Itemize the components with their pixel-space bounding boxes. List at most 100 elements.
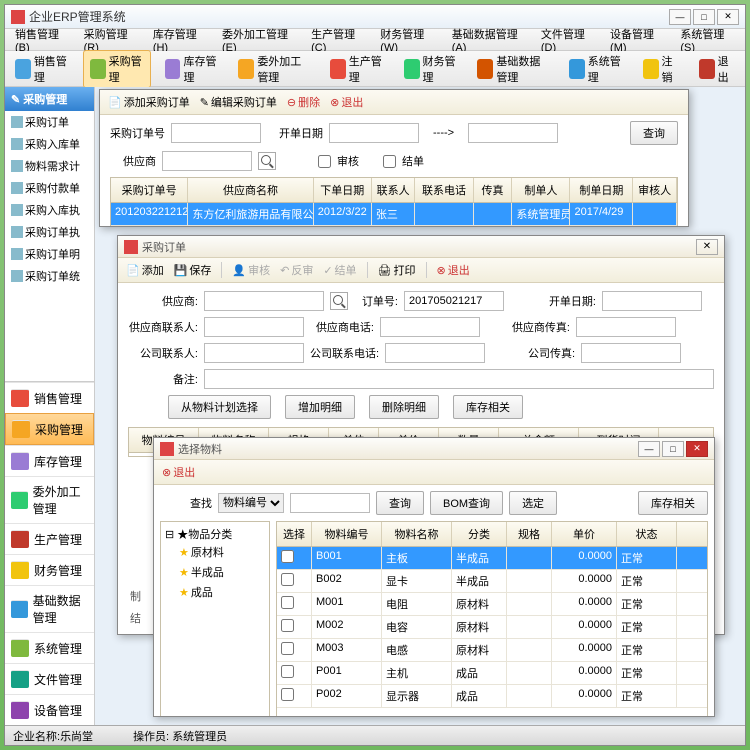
material-row[interactable]: M003电感原材料0.0000正常: [277, 639, 707, 662]
audit-checkbox[interactable]: [318, 155, 331, 168]
sidebar-nav-item[interactable]: 设备管理: [5, 694, 94, 725]
company-contact-input[interactable]: [204, 343, 304, 363]
form-icon: [160, 442, 174, 456]
sidebar-item[interactable]: 采购订单统: [5, 265, 94, 287]
material-row[interactable]: P001主机成品0.0000正常: [277, 662, 707, 685]
content-area: 📄 添加采购订单 ✎ 编辑采购订单 ⊖ 删除 ⊗ 退出 采购订单号 开单日期 -…: [95, 87, 745, 725]
material-grid: 选择物料编号物料名称分类规格单价状态 B001主板半成品0.0000正常B002…: [276, 521, 708, 716]
stock-button[interactable]: 库存相关: [453, 395, 523, 419]
supplier-input[interactable]: [162, 151, 252, 171]
sidebar-item[interactable]: 采购订单执: [5, 221, 94, 243]
sidebar-item[interactable]: 采购入库单: [5, 133, 94, 155]
close-icon[interactable]: ✕: [696, 239, 718, 255]
supplier-phone-input[interactable]: [380, 317, 480, 337]
delete-order-button[interactable]: ⊖ 删除: [287, 94, 320, 110]
search-field-select[interactable]: 物料编号: [218, 493, 284, 513]
material-row[interactable]: M002电容原材料0.0000正常: [277, 616, 707, 639]
add-button[interactable]: 📄 添加: [126, 262, 164, 278]
dialog1-toolbar: 📄 添加采购订单 ✎ 编辑采购订单 ⊖ 删除 ⊗ 退出: [100, 90, 688, 115]
toolbar-button[interactable]: 采购管理: [83, 50, 151, 88]
query-button[interactable]: 查询: [376, 491, 424, 515]
maximize-button[interactable]: □: [662, 441, 684, 457]
toolbar-button[interactable]: 基础数据管理: [471, 51, 554, 87]
sidebar-item[interactable]: 采购订单: [5, 111, 94, 133]
supplier-input[interactable]: [204, 291, 324, 311]
form-icon: [124, 240, 138, 254]
minimize-button[interactable]: —: [669, 9, 691, 25]
sidebar-nav-item[interactable]: 委外加工管理: [5, 476, 94, 523]
app-icon: [11, 10, 25, 24]
material-row[interactable]: P002显示器成品0.0000正常: [277, 685, 707, 708]
minimize-button[interactable]: —: [638, 441, 660, 457]
exit-button[interactable]: ⊗ 退出: [437, 262, 470, 278]
bom-query-button[interactable]: BOM查询: [430, 491, 503, 515]
sidebar-item[interactable]: 采购付款单: [5, 177, 94, 199]
material-row[interactable]: B001主板半成品0.0000正常: [277, 547, 707, 570]
add-order-button[interactable]: 📄 添加采购订单: [108, 94, 190, 110]
toolbar-button[interactable]: 销售管理: [9, 51, 75, 87]
maximize-button[interactable]: □: [693, 9, 715, 25]
edit-order-button[interactable]: ✎ 编辑采购订单: [200, 94, 277, 110]
stock-button[interactable]: 库存相关: [638, 491, 708, 515]
sidebar-nav-item[interactable]: 采购管理: [5, 413, 94, 445]
sidebar-nav-item[interactable]: 库存管理: [5, 445, 94, 476]
close-button[interactable]: ✕: [717, 9, 739, 25]
tree-node[interactable]: ★原材料: [165, 542, 265, 562]
toolbar-button[interactable]: 系统管理: [563, 51, 629, 87]
sidebar-list: 采购订单采购入库单物料需求计采购付款单采购入库执采购订单执采购订单明采购订单统: [5, 111, 94, 381]
exit-button[interactable]: ⊗ 退出: [162, 464, 195, 480]
grid-row[interactable]: 201203221212东方亿利旅游用品有限公司2012/3/22张三系统管理员…: [111, 203, 677, 226]
toolbar-button[interactable]: 委外加工管理: [232, 51, 315, 87]
sidebar-nav-item[interactable]: 销售管理: [5, 382, 94, 413]
tree-root[interactable]: ⊟ ★物品分类: [165, 526, 265, 542]
main-toolbar: 销售管理采购管理库存管理委外加工管理生产管理财务管理基础数据管理系统管理注销退出: [5, 51, 745, 87]
sidebar-item[interactable]: 物料需求计: [5, 155, 94, 177]
print-button[interactable]: 🖨 打印: [378, 262, 416, 278]
close-checkbox[interactable]: [383, 155, 396, 168]
query-button[interactable]: 查询: [630, 121, 678, 145]
sidebar-nav-item[interactable]: 财务管理: [5, 554, 94, 585]
tree-node[interactable]: ★成品: [165, 582, 265, 602]
toolbar-button[interactable]: 注销: [637, 51, 685, 87]
sidebar-nav-item[interactable]: 系统管理: [5, 632, 94, 663]
remark-input[interactable]: [204, 369, 714, 389]
category-tree: ⊟ ★物品分类 ★原材料★半成品★成品: [160, 521, 270, 716]
del-detail-button[interactable]: 删除明细: [369, 395, 439, 419]
save-button[interactable]: 💾 保存: [174, 262, 212, 278]
material-row[interactable]: B002显卡半成品0.0000正常: [277, 570, 707, 593]
sidebar-nav-item[interactable]: 基础数据管理: [5, 585, 94, 632]
search-icon[interactable]: [258, 152, 276, 170]
supplier-contact-input[interactable]: [204, 317, 304, 337]
sidebar-nav-item[interactable]: 生产管理: [5, 523, 94, 554]
date-to-input[interactable]: [468, 123, 558, 143]
sidebar-item[interactable]: 采购入库执: [5, 199, 94, 221]
supplier-fax-input[interactable]: [576, 317, 676, 337]
purchase-list-dialog: 📄 添加采购订单 ✎ 编辑采购订单 ⊖ 删除 ⊗ 退出 采购订单号 开单日期 -…: [99, 89, 689, 227]
toolbar-button[interactable]: 财务管理: [398, 51, 464, 87]
company-phone-input[interactable]: [385, 343, 485, 363]
close-button[interactable]: ✕: [686, 441, 708, 457]
exit-button[interactable]: ⊗ 退出: [330, 94, 363, 110]
toolbar-button[interactable]: 生产管理: [324, 51, 390, 87]
close-order-button[interactable]: ✓ 结单: [323, 262, 356, 278]
date-from-input[interactable]: [329, 123, 419, 143]
date-input[interactable]: [602, 291, 702, 311]
unaudit-button[interactable]: ↶ 反审: [280, 262, 313, 278]
sidebar-item[interactable]: 采购订单明: [5, 243, 94, 265]
sidebar-nav-item[interactable]: 文件管理: [5, 663, 94, 694]
company-fax-input[interactable]: [581, 343, 681, 363]
toolbar-button[interactable]: 退出: [693, 51, 741, 87]
menubar: 销售管理(B)采购管理(R)库存管理(H)委外加工管理(E)生产管理(C)财务管…: [5, 29, 745, 51]
toolbar-button[interactable]: 库存管理: [159, 51, 225, 87]
main-window: 企业ERP管理系统 — □ ✕ 销售管理(B)采购管理(R)库存管理(H)委外加…: [4, 4, 746, 746]
from-plan-button[interactable]: 从物料计划选择: [168, 395, 271, 419]
search-icon[interactable]: [330, 292, 348, 310]
add-detail-button[interactable]: 增加明细: [285, 395, 355, 419]
tree-node[interactable]: ★半成品: [165, 562, 265, 582]
material-row[interactable]: M001电阻原材料0.0000正常: [277, 593, 707, 616]
order-no-input[interactable]: [404, 291, 504, 311]
order-no-input[interactable]: [171, 123, 261, 143]
select-button[interactable]: 选定: [509, 491, 557, 515]
audit-button[interactable]: 👤 审核: [232, 262, 270, 278]
search-input[interactable]: [290, 493, 370, 513]
